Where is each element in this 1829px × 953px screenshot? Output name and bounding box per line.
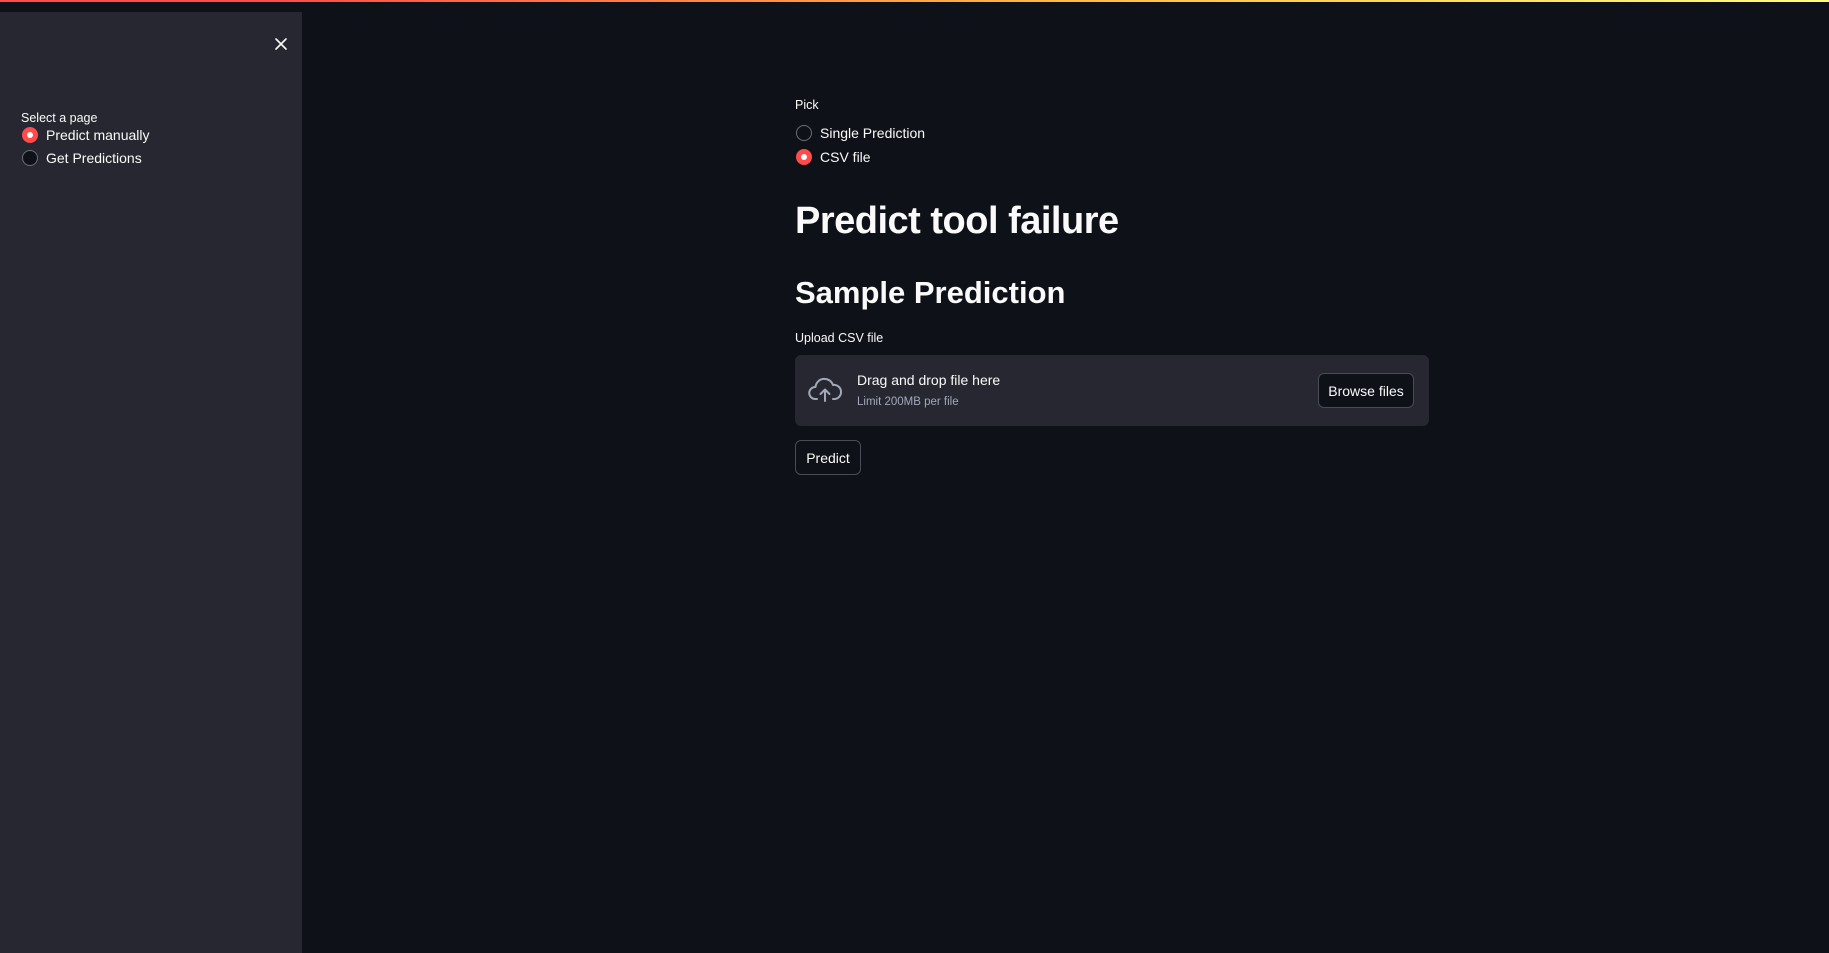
- pick-option-single-prediction[interactable]: Single Prediction: [796, 125, 925, 141]
- page-title: Predict tool failure: [795, 200, 1119, 242]
- browse-files-button[interactable]: Browse files: [1318, 373, 1414, 408]
- dropzone-instructions: Drag and drop file here: [857, 372, 1001, 388]
- pick-label: Pick: [795, 98, 819, 112]
- sidebar-radio-label: Select a page: [21, 111, 98, 125]
- dropzone-limit: Limit 200MB per file: [857, 396, 959, 408]
- pick-option-label: CSV file: [820, 149, 871, 165]
- radio-unselected[interactable]: [22, 150, 38, 166]
- close-icon: [275, 38, 287, 50]
- sidebar-option-predict-manually[interactable]: Predict manually: [22, 127, 150, 143]
- sidebar-option-get-predictions[interactable]: Get Predictions: [22, 150, 142, 166]
- file-dropzone[interactable]: Drag and drop file here Limit 200MB per …: [795, 355, 1429, 426]
- sidebar-option-label: Predict manually: [46, 127, 150, 143]
- radio-selected[interactable]: [22, 127, 38, 143]
- predict-button[interactable]: Predict: [795, 440, 861, 475]
- pick-option-label: Single Prediction: [820, 125, 926, 141]
- pick-option-csv-file[interactable]: CSV file: [796, 149, 871, 165]
- close-sidebar-button[interactable]: [270, 33, 292, 55]
- sidebar: Select a page Predict manually Get Predi…: [0, 12, 302, 953]
- upload-label: Upload CSV file: [795, 331, 884, 345]
- sidebar-option-label: Get Predictions: [46, 150, 142, 166]
- radio-selected[interactable]: [796, 149, 812, 165]
- radio-unselected[interactable]: [796, 125, 812, 141]
- top-decoration-bar: [0, 0, 1829, 12]
- section-subtitle: Sample Prediction: [795, 275, 1066, 310]
- cloud-upload-icon: [808, 377, 842, 402]
